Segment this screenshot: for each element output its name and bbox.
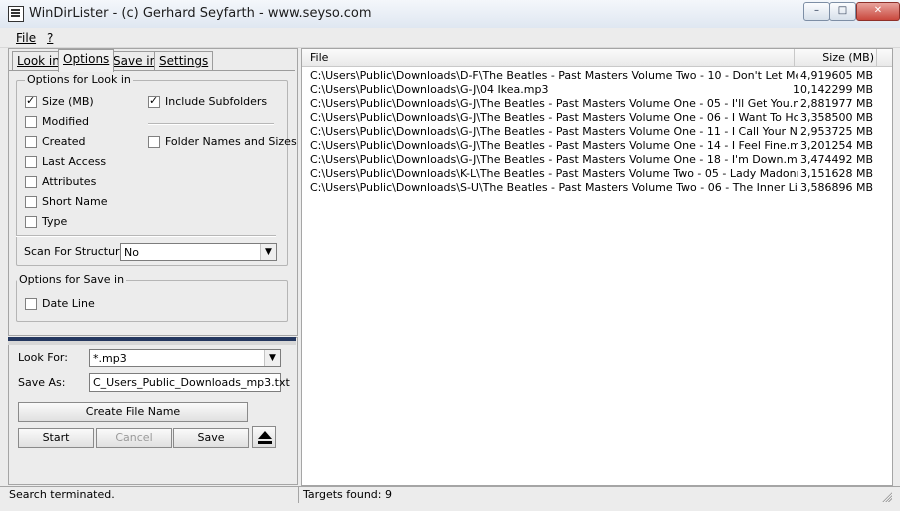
file-path: C:\Users\Public\Downloads\S-U\The Beatle… bbox=[310, 181, 798, 194]
file-path: C:\Users\Public\Downloads\G-J\The Beatle… bbox=[310, 139, 798, 152]
column-divider[interactable] bbox=[794, 49, 795, 66]
checkbox-attributes[interactable] bbox=[25, 176, 37, 188]
save-as-input[interactable]: C_Users_Public_Downloads_mp3.txt bbox=[89, 373, 290, 392]
menu-bar: File ? bbox=[0, 28, 900, 48]
file-size: 3,474492 MB bbox=[799, 153, 873, 166]
maximize-button[interactable]: □ bbox=[829, 2, 856, 21]
scan-structure-value: No bbox=[124, 246, 139, 259]
size-column-header[interactable]: Size (MB) bbox=[822, 51, 874, 64]
label-type: Type bbox=[42, 215, 68, 228]
status-separator bbox=[298, 487, 299, 503]
label-created: Created bbox=[42, 135, 86, 148]
file-size: 4,919605 MB bbox=[799, 69, 873, 82]
tab-options[interactable]: Options bbox=[58, 49, 115, 72]
table-row[interactable]: C:\Users\Public\Downloads\G-J\The Beatle… bbox=[310, 125, 885, 139]
label-last-access: Last Access bbox=[42, 155, 107, 168]
menu-file[interactable]: File bbox=[16, 31, 36, 45]
table-row[interactable]: C:\Users\Public\Downloads\G-J\The Beatle… bbox=[310, 153, 885, 167]
file-size: 10,142299 MB bbox=[792, 83, 873, 96]
checkbox-type[interactable] bbox=[25, 216, 37, 228]
file-path: C:\Users\Public\Downloads\K-L\The Beatle… bbox=[310, 167, 798, 180]
file-path: C:\Users\Public\Downloads\G-J\The Beatle… bbox=[310, 153, 798, 166]
label-folder-names-and-sizes: Folder Names and Sizes bbox=[165, 135, 297, 148]
tab-options-label: Options bbox=[63, 52, 110, 66]
checkbox-date-line[interactable] bbox=[25, 298, 37, 310]
status-right: Targets found: 9 bbox=[303, 488, 392, 501]
status-bar: Search terminated. Targets found: 9 bbox=[0, 486, 900, 511]
label-date-line: Date Line bbox=[42, 297, 95, 310]
table-row[interactable]: C:\Users\Public\Downloads\S-U\The Beatle… bbox=[310, 181, 885, 195]
label-modified: Modified bbox=[42, 115, 89, 128]
app-window: WinDirLister - (c) Gerhard Seyfarth - ww… bbox=[0, 0, 900, 511]
file-column-header[interactable]: File bbox=[310, 51, 328, 64]
menu-help[interactable]: ? bbox=[47, 31, 53, 45]
checkbox-size-mb[interactable] bbox=[25, 94, 37, 108]
close-button[interactable]: ✕ bbox=[856, 2, 900, 21]
table-row[interactable]: C:\Users\Public\Downloads\G-J\The Beatle… bbox=[310, 111, 885, 125]
window-title: WinDirLister - (c) Gerhard Seyfarth - ww… bbox=[29, 6, 372, 21]
eject-icon[interactable] bbox=[252, 426, 276, 448]
label-attributes: Attributes bbox=[42, 175, 97, 188]
results-pane: File Size (MB) C:\Users\Public\Downloads… bbox=[301, 48, 893, 486]
divider bbox=[148, 123, 274, 125]
file-size: 3,358500 MB bbox=[799, 111, 873, 124]
table-row[interactable]: C:\Users\Public\Downloads\D-F\The Beatle… bbox=[310, 69, 885, 83]
scan-structure-select[interactable]: No ▼ bbox=[120, 243, 277, 261]
file-path: C:\Users\Public\Downloads\G-J\The Beatle… bbox=[310, 111, 798, 124]
checkbox-short-name[interactable] bbox=[25, 196, 37, 208]
look-for-label: Look For: bbox=[18, 351, 68, 364]
tab-look-in-label: Look in bbox=[17, 54, 60, 68]
options-look-in-title: Options for Look in bbox=[25, 73, 133, 86]
file-size: 2,881977 MB bbox=[799, 97, 873, 110]
checkbox-include-subfolders[interactable] bbox=[148, 94, 160, 108]
table-row[interactable]: C:\Users\Public\Downloads\G-J\04 Ikea.mp… bbox=[310, 83, 885, 97]
results-header: File Size (MB) bbox=[302, 49, 892, 67]
look-for-value: *.mp3 bbox=[93, 352, 127, 365]
table-row[interactable]: C:\Users\Public\Downloads\G-J\The Beatle… bbox=[310, 97, 885, 111]
file-path: C:\Users\Public\Downloads\G-J\The Beatle… bbox=[310, 125, 798, 138]
tab-settings-label: Settings bbox=[159, 54, 209, 68]
scan-divider bbox=[16, 235, 276, 237]
checkbox-modified[interactable] bbox=[25, 116, 37, 128]
file-path: C:\Users\Public\Downloads\G-J\04 Ikea.mp… bbox=[310, 83, 549, 96]
options-save-in-title: Options for Save in bbox=[17, 273, 127, 286]
file-size: 3,201254 MB bbox=[799, 139, 873, 152]
start-button[interactable]: Start bbox=[18, 428, 94, 448]
look-for-select[interactable]: *.mp3 ▼ bbox=[89, 349, 281, 367]
file-size: 3,586896 MB bbox=[799, 181, 873, 194]
save-as-label: Save As: bbox=[18, 376, 66, 389]
table-row[interactable]: C:\Users\Public\Downloads\G-J\The Beatle… bbox=[310, 139, 885, 153]
checkbox-created[interactable] bbox=[25, 136, 37, 148]
cancel-button[interactable]: Cancel bbox=[96, 428, 172, 448]
resize-grip-icon[interactable] bbox=[881, 491, 892, 502]
tab-look-in[interactable]: Look in bbox=[12, 51, 65, 71]
chevron-down-icon[interactable]: ▼ bbox=[264, 350, 280, 366]
save-button[interactable]: Save bbox=[173, 428, 249, 448]
label-include-subfolders: Include Subfolders bbox=[165, 95, 268, 108]
create-file-name-button[interactable]: Create File Name bbox=[18, 402, 248, 422]
status-left: Search terminated. bbox=[9, 488, 115, 501]
checkbox-last-access[interactable] bbox=[25, 156, 37, 168]
file-path: C:\Users\Public\Downloads\G-J\The Beatle… bbox=[310, 97, 798, 110]
minimize-button[interactable]: – bbox=[803, 2, 830, 21]
panel-splitter[interactable] bbox=[8, 337, 296, 341]
file-path: C:\Users\Public\Downloads\D-F\The Beatle… bbox=[310, 69, 798, 82]
label-short-name: Short Name bbox=[42, 195, 108, 208]
column-divider[interactable] bbox=[876, 49, 877, 66]
chevron-down-icon[interactable]: ▼ bbox=[260, 244, 276, 260]
table-row[interactable]: C:\Users\Public\Downloads\K-L\The Beatle… bbox=[310, 167, 885, 181]
label-size-mb: Size (MB) bbox=[42, 95, 94, 108]
file-size: 2,953725 MB bbox=[799, 125, 873, 138]
checkbox-folder-names-and-sizes[interactable] bbox=[148, 136, 160, 148]
options-tab-panel: Options for Look in Size (MB) Modified C… bbox=[9, 70, 297, 334]
tab-settings[interactable]: Settings bbox=[154, 51, 214, 71]
title-bar[interactable]: WinDirLister - (c) Gerhard Seyfarth - ww… bbox=[0, 0, 900, 29]
tab-save-in-label: Save in bbox=[113, 54, 158, 68]
scan-label: Scan For Structure: bbox=[24, 245, 130, 258]
file-size: 3,151628 MB bbox=[799, 167, 873, 180]
app-icon bbox=[8, 6, 24, 22]
